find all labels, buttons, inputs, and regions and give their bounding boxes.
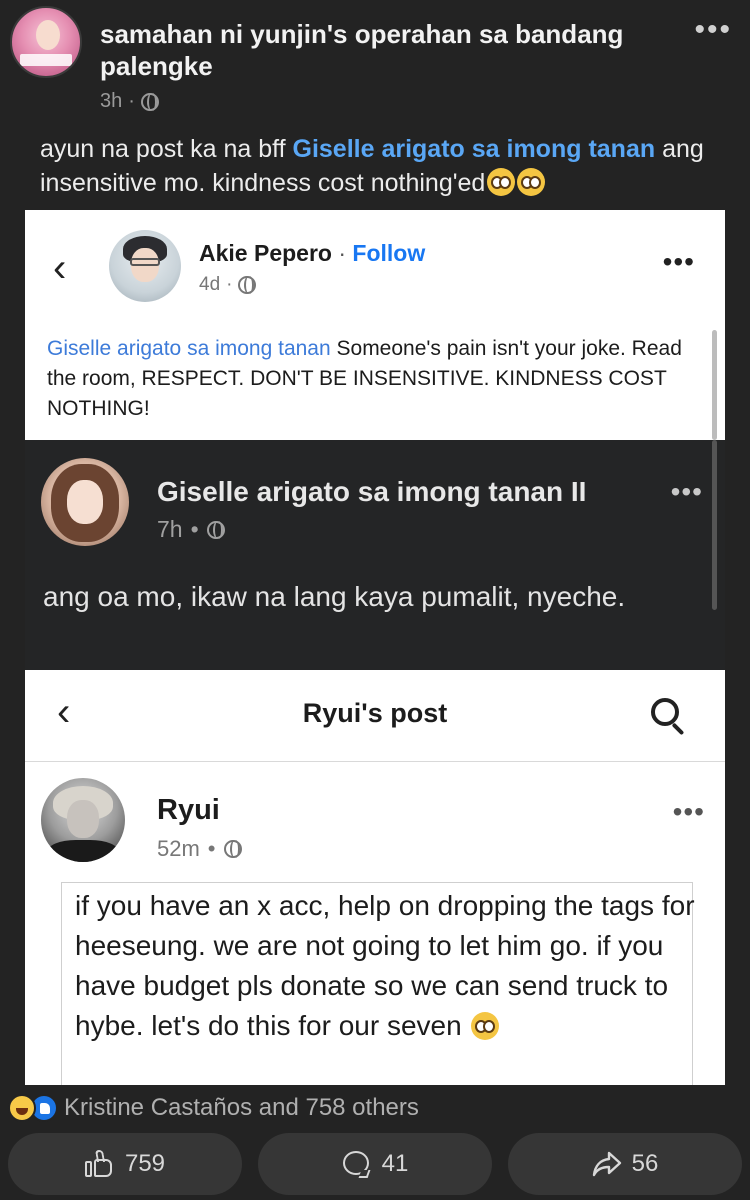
akie-time: 4d	[199, 274, 221, 295]
post-title: Ryui's post	[302, 698, 448, 728]
pleading-face-emoji	[471, 1012, 500, 1040]
like-button[interactable]: 759	[8, 1133, 242, 1195]
ryui-time: 52m	[157, 836, 200, 861]
giselle-meta: 7h •	[157, 516, 225, 543]
more-options-icon: •••	[672, 796, 705, 827]
share-count: 56	[631, 1150, 659, 1177]
akie-name-line: Akie Pepero · Follow	[199, 240, 425, 267]
akie-name: Akie Pepero	[199, 240, 332, 266]
giselle-post-text: ang oa mo, ikaw na lang kaya pumalit, ny…	[43, 581, 626, 612]
globe-icon	[223, 840, 242, 858]
scrollbar	[712, 440, 717, 610]
akie-meta: 4d ·	[199, 274, 257, 296]
globe-icon	[238, 276, 257, 294]
giselle-time: 7h	[157, 516, 183, 542]
pleading-face-emoji	[487, 168, 516, 196]
screenshot-akie-post: ‹ Akie Pepero · Follow 4d · ••• Giselle …	[25, 210, 725, 440]
ryui-name: Ryui	[157, 794, 220, 826]
ryui-meta: 52m •	[157, 836, 242, 862]
more-options-icon: •••	[670, 476, 703, 507]
globe-icon	[140, 92, 159, 111]
akie-post-text: Giselle arigato sa imong tanan Someone's…	[47, 334, 707, 424]
scrollbar	[712, 330, 717, 440]
like-count: 759	[124, 1150, 166, 1177]
post-caption: ayun na post ka na bff Giselle arigato s…	[40, 132, 720, 200]
screenshot-giselle-comment: Giselle arigato sa imong tanan II 7h • •…	[25, 440, 725, 670]
pleading-face-emoji	[517, 168, 546, 196]
caption-mention[interactable]: Giselle arigato sa imong tanan	[293, 135, 656, 163]
search-icon	[651, 698, 685, 736]
group-avatar[interactable]	[10, 6, 82, 78]
ryui-post-text: if you have an x acc, help on dropping t…	[75, 886, 695, 1046]
screenshot-ryui-post: ‹ Ryui's post Ryui 52m • ••• if you have…	[25, 670, 725, 1085]
caption-prefix: ayun na post ka na bff	[40, 135, 293, 163]
giselle-name: Giselle arigato sa imong tanan II	[157, 476, 587, 507]
haha-reaction-icon	[8, 1094, 36, 1122]
giselle-avatar	[41, 458, 129, 546]
ryui-text: if you have an x acc, help on dropping t…	[75, 890, 695, 1041]
comment-count: 41	[381, 1150, 409, 1177]
akie-avatar	[109, 230, 181, 302]
thumbs-up-icon	[84, 1150, 113, 1178]
post-meta: 3h ·	[100, 90, 159, 113]
follow-link: Follow	[352, 240, 426, 266]
comment-icon	[342, 1150, 371, 1178]
comment-button[interactable]: 41	[258, 1133, 492, 1195]
name-separator: ·	[331, 240, 353, 266]
post-time[interactable]: 3h	[100, 90, 122, 113]
back-arrow-icon: ‹	[53, 246, 67, 290]
ryui-avatar	[41, 778, 125, 862]
more-options-icon[interactable]: •••	[694, 15, 732, 45]
group-name[interactable]: samahan ni yunjin's operahan sa bandang …	[100, 18, 660, 82]
post-header: samahan ni yunjin's operahan sa bandang …	[0, 0, 750, 120]
globe-icon	[206, 520, 225, 539]
action-bar: 759 41 56	[0, 1133, 750, 1195]
reactions-summary[interactable]: Kristine Castaños and 758 others	[8, 1093, 419, 1123]
share-icon	[592, 1150, 621, 1178]
post-top-bar: ‹ Ryui's post	[25, 670, 725, 762]
reactions-text: Kristine Castaños and 758 others	[64, 1094, 419, 1121]
akie-mention: Giselle arigato sa imong tanan	[47, 337, 331, 360]
share-button[interactable]: 56	[508, 1133, 742, 1195]
more-options-icon: •••	[662, 246, 695, 277]
